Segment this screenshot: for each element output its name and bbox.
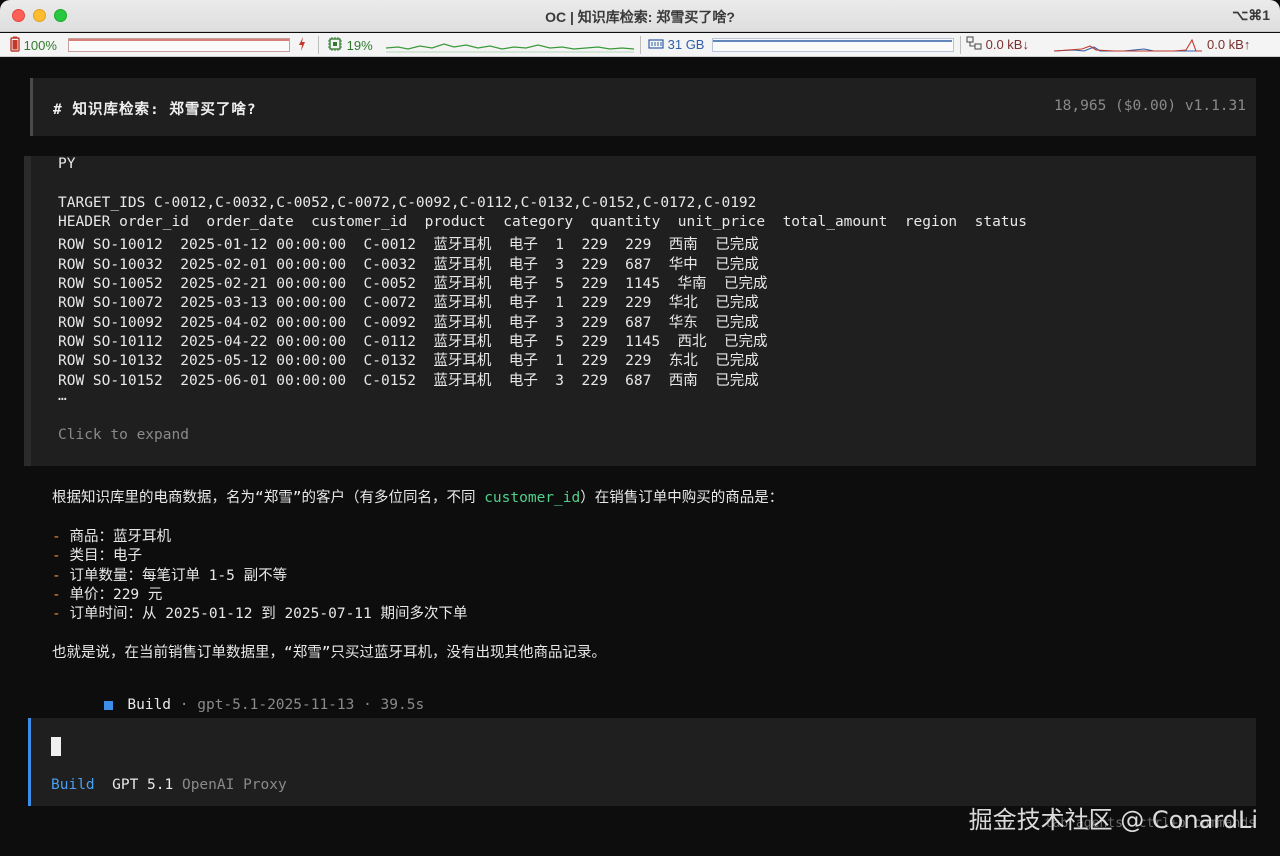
window-title: OC | 知识库检索: 郑雪买了啥?: [545, 9, 735, 25]
code-row: ROW SO-10092 2025-04-02 00:00:00 C-0092 …: [58, 315, 759, 331]
prompt-input[interactable]: Build GPT 5.1 OpenAI Proxy: [28, 718, 1256, 806]
terminal-body: # 知识库检索: 郑雪买了啥? 18,965 ($0.00) v1.1.31 P…: [0, 58, 1280, 856]
model-name[interactable]: GPT 5.1: [112, 777, 173, 793]
build-square-icon: [104, 700, 114, 710]
network-icon: [966, 36, 982, 55]
cpu-widget: 19%: [327, 36, 373, 54]
bullet-marker: -: [52, 529, 61, 545]
list-item-text: 类目：电子: [69, 548, 142, 564]
divider: [318, 36, 319, 54]
memory-icon: [648, 37, 664, 55]
code-row: ROW SO-10132 2025-05-12 00:00:00 C-0132 …: [58, 353, 759, 369]
status-bar: 100% 19% 31 GB 0.0 kB↓ 0.0 kB↑: [0, 33, 1280, 57]
network-up: 0.0 kB↑: [1207, 37, 1251, 52]
cpu-percent: 19%: [346, 37, 373, 53]
agent-mode[interactable]: Build: [51, 777, 95, 793]
charging-icon: [297, 36, 307, 54]
code-row: ROW SO-10032 2025-02-01 00:00:00 C-0032 …: [58, 257, 759, 273]
divider: [960, 36, 961, 54]
answer-summary: 也就是说，在当前销售订单数据里，“郑雪”只买过蓝牙耳机，没有出现其他商品记录。: [52, 645, 606, 661]
code-row: ROW SO-10052 2025-02-21 00:00:00 C-0052 …: [58, 276, 768, 292]
code-row: ROW SO-10112 2025-04-22 00:00:00 C-0112 …: [58, 334, 768, 350]
network-down: 0.0 kB↓: [985, 37, 1029, 52]
battery-percent: 100%: [23, 37, 57, 53]
answer-intro: 根据知识库里的电商数据，名为“郑雪”的客户（有多位同名，不同 customer_…: [52, 486, 783, 507]
build-agent-name: Build: [127, 697, 172, 713]
network-widget: 0.0 kB↓: [966, 36, 1029, 54]
answer-intro-text: 根据知识库里的电商数据，名为“郑雪”的客户（有多位同名，不同: [52, 490, 485, 506]
list-item: - 订单时间：从 2025-01-12 到 2025-07-11 期间多次下单: [52, 602, 467, 623]
network-graph: [1053, 37, 1202, 55]
list-item: - 订单数量：每笔订单 1-5 副不等: [52, 564, 287, 585]
code-row: ROW SO-10012 2025-01-12 00:00:00 C-0012 …: [58, 237, 759, 253]
memory-graph: [712, 38, 954, 56]
prompt-footer: Build GPT 5.1 OpenAI Proxy: [51, 777, 287, 793]
code-ellipsis: …: [58, 388, 67, 404]
list-item-text: 订单时间：从 2025-01-12 到 2025-07-11 期间多次下单: [69, 606, 468, 622]
window-shortcut: ⌥⌘1: [1232, 7, 1270, 23]
list-item: - 类目：电子: [52, 544, 142, 565]
list-item: - 单价：229 元: [52, 583, 162, 604]
session-header: # 知识库检索: 郑雪买了啥? 18,965 ($0.00) v1.1.31: [30, 78, 1256, 136]
code-header: HEADER order_id order_date customer_id p…: [58, 214, 1028, 230]
bullet-marker: -: [52, 587, 61, 603]
list-item-text: 订单数量：每笔订单 1-5 副不等: [69, 568, 288, 584]
list-item-text: 单价：229 元: [69, 587, 163, 603]
expand-link[interactable]: Click to expand: [58, 427, 189, 443]
title-bar: OC | 知识库检索: 郑雪买了啥? ⌥⌘1: [0, 0, 1280, 32]
divider: [640, 36, 641, 54]
session-title: # 知识库检索: 郑雪买了啥?: [53, 102, 257, 118]
answer-intro-text: ）在销售订单中购买的商品是：: [580, 490, 784, 506]
code-target-ids: TARGET_IDS C-0012,C-0032,C-0052,C-0072,C…: [58, 195, 757, 211]
battery-graph: [68, 38, 290, 56]
inline-code: customer_id: [484, 490, 581, 506]
battery-icon: [10, 36, 20, 57]
text-cursor: [51, 737, 61, 756]
cpu-icon: [327, 36, 343, 57]
bullet-marker: -: [52, 606, 61, 622]
code-row: ROW SO-10152 2025-06-01 00:00:00 C-0152 …: [58, 373, 759, 389]
tool-output-block[interactable]: PY TARGET_IDS C-0012,C-0032,C-0052,C-007…: [24, 156, 1256, 466]
memory-used: 31 GB: [667, 37, 705, 52]
list-item-text: 商品：蓝牙耳机: [69, 529, 171, 545]
code-row: ROW SO-10072 2025-03-13 00:00:00 C-0072 …: [58, 295, 759, 311]
bullet-marker: -: [52, 568, 61, 584]
session-meta: 18,965 ($0.00) v1.1.31: [1053, 98, 1246, 114]
terminal-window: OC | 知识库检索: 郑雪买了啥? ⌥⌘1 100% 19% 31 GB 0.…: [0, 0, 1280, 856]
cpu-graph: [385, 37, 635, 55]
watermark: 掘金技术社区 @ ConardLi: [968, 806, 1258, 834]
code-lang: PY: [58, 156, 76, 172]
memory-widget: 31 GB: [648, 36, 704, 54]
provider-name: OpenAI Proxy: [181, 777, 287, 793]
list-item: - 商品：蓝牙耳机: [52, 525, 171, 546]
bullet-marker: -: [52, 548, 61, 564]
build-meta: · gpt-5.1-2025-11-13 · 39.5s: [171, 697, 425, 713]
battery-widget: 100%: [10, 36, 57, 54]
